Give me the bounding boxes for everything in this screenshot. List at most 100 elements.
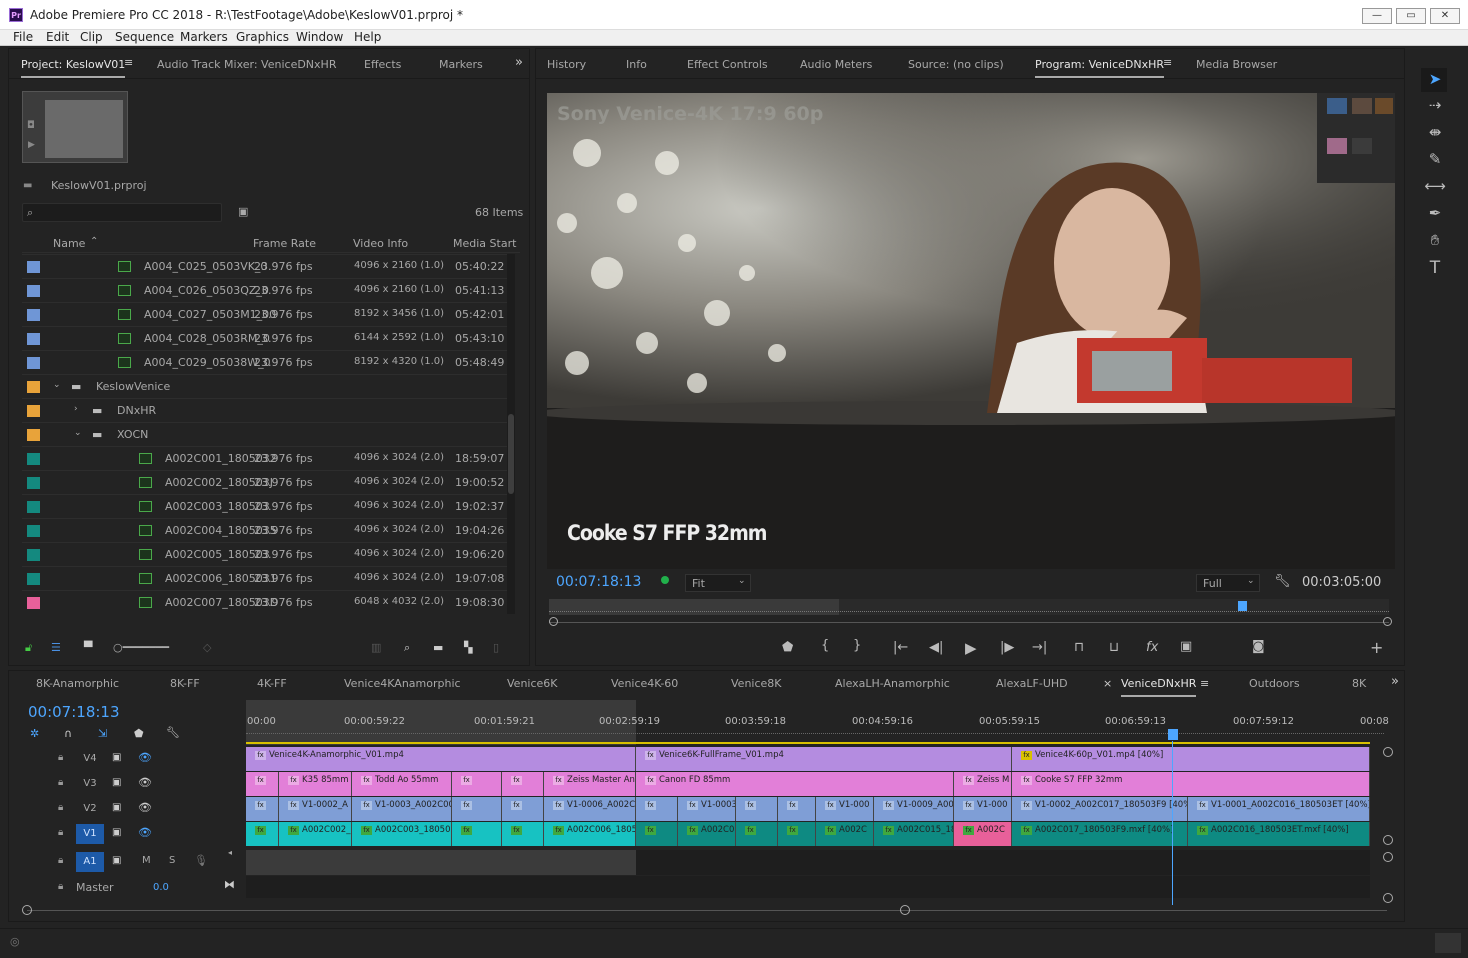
tab-source[interactable]: Source: (no clips) [908,58,1004,71]
disclosure-expanded-icon[interactable]: ⌄ [74,428,82,438]
tab-markers[interactable]: Markers [439,58,483,71]
menu-window[interactable]: Window [296,30,343,44]
trash-icon[interactable]: ▯ [493,641,499,654]
sequence-tab-8k-anamorphic[interactable]: 8K-Anamorphic [36,677,119,690]
sequence-tab-venice4kanamorphic[interactable]: Venice4KAnamorphic [344,677,461,690]
clip-v1[interactable]: fx A002C0 [678,822,736,846]
label-color-swatch[interactable] [27,573,40,585]
col-name[interactable]: Name [53,237,85,250]
horizontal-zoom-bar[interactable] [27,910,1387,911]
list-item[interactable]: › ▬ DNxHR [22,398,514,422]
add-marker-icon[interactable]: ⬟ [134,727,144,740]
clip-v3[interactable]: fx Zeiss M [954,772,1012,796]
new-item-icon[interactable]: ▚ [464,641,472,654]
step-forward-icon[interactable]: |▶ [1000,640,1014,655]
tab-media-browser[interactable]: Media Browser [1196,58,1277,71]
sequence-tab-venice8k[interactable]: Venice8K [731,677,782,690]
lock-icon[interactable]: 🔒︎ [58,881,63,892]
close-button[interactable]: ✕ [1430,8,1460,24]
quality-dropdown[interactable]: Full ⌄ [1196,574,1260,592]
program-timecode[interactable]: 00:07:18:13 [556,574,641,590]
scrollbar[interactable] [507,254,515,614]
lift-icon[interactable]: ⊓ [1074,640,1084,655]
go-to-in-icon[interactable]: |← [893,640,908,655]
lock-icon[interactable]: 🔒︎ [58,777,63,788]
eye-icon[interactable]: 👁︎ [138,776,152,789]
list-item[interactable]: A004_C025_0503VK_0 23.976 fps 4096 x 2160 … [22,254,514,278]
nest-icon[interactable]: ✲ [30,727,39,740]
tab-history[interactable]: History [547,58,586,71]
h-zoom-handle-right[interactable] [900,905,910,915]
snap-icon[interactable]: ∩ [64,727,72,740]
tab-effect-controls[interactable]: Effect Controls [687,58,768,71]
menu-sequence[interactable]: Sequence [115,30,174,44]
go-to-out-icon[interactable]: →| [1032,640,1047,655]
scrubber-bar[interactable] [549,599,1389,615]
list-item[interactable]: A002C007_180503D 23.976 fps 6048 x 4032 (2… [22,590,514,614]
maximize-button[interactable]: ▭ [1396,8,1426,24]
menu-help[interactable]: Help [354,30,381,44]
tab-info[interactable]: Info [626,58,647,71]
clip-v2[interactable]: fx V1-0006_A002C [544,797,636,821]
step-back-icon[interactable]: ◀| [929,640,943,655]
sequence-tab-4k-ff[interactable]: 4K-FF [257,677,287,690]
clip-v2[interactable]: fx V1-0002_A [279,797,352,821]
export-frame-icon[interactable]: ◙ [1252,639,1265,654]
tab-audio-meters[interactable]: Audio Meters [800,58,872,71]
clip-v1[interactable]: fx [452,822,502,846]
clip-v2[interactable]: fx [636,797,678,821]
clip-v1[interactable]: fx A002C003_180503 [352,822,452,846]
track-select-tool-icon[interactable]: ⇢ [1424,96,1446,118]
search-field[interactable]: ⌕ [22,203,222,222]
selection-tool-icon[interactable]: ➤ [1424,70,1446,92]
clip-v2[interactable]: fx V1-0001_A002C016_180503ET [40%] [1188,797,1370,821]
clip-v1[interactable]: fx [778,822,816,846]
list-view-icon[interactable]: ☰ [51,641,61,654]
clip-v1[interactable]: fx [636,822,678,846]
wrench-icon[interactable]: 🔧︎ [1274,574,1291,589]
clip-v3[interactable]: fx [452,772,502,796]
search-input[interactable] [41,205,219,220]
lock-icon[interactable]: 🔒︎ [58,827,63,838]
sequence-tab-venice4k-60[interactable]: Venice4K-60 [611,677,678,690]
go-to-end-icon[interactable]: ⧓ [224,878,235,891]
overflow-tabs-icon[interactable]: » [515,55,523,70]
list-item[interactable]: A002C006_1805031 23.976 fps 4096 x 3024 (2… [22,566,514,590]
fit-dropdown[interactable]: Fit ⌄ [685,574,751,592]
menu-graphics[interactable]: Graphics [236,30,289,44]
panel-menu-icon[interactable]: ≡ [1163,56,1172,69]
label-color-swatch[interactable] [27,597,40,609]
label-color-swatch[interactable] [27,309,40,321]
slip-tool-icon[interactable]: ⟷ [1424,177,1446,199]
clip-v1[interactable]: fx A002C006_1805 [544,822,636,846]
creative-cloud-icon[interactable]: ◎ [10,935,20,948]
new-bin-icon[interactable]: ▬ [433,641,443,654]
ripple-edit-tool-icon[interactable]: ⇼ [1424,123,1446,145]
sequence-tab-venicednxhr[interactable]: VeniceDNxHR [1121,677,1197,697]
audio-lane-a1[interactable] [246,850,1370,875]
label-color-swatch[interactable] [27,285,40,297]
minimize-button[interactable]: — [1362,8,1392,24]
list-item[interactable]: A004_C028_0503RM_0 23.976 fps 6144 x 2592 … [22,326,514,350]
panel-menu-icon[interactable]: ≡ [1200,677,1209,690]
clip-v2[interactable]: fx [778,797,816,821]
vertical-zoom-handle-bottom[interactable] [1383,835,1393,845]
clip-v1[interactable]: fx A002C002_ [279,822,352,846]
h-zoom-handle-left[interactable] [22,905,32,915]
clip-v3[interactable]: fx Zeiss Master An [544,772,636,796]
clip-v3[interactable]: fx Cooke S7 FFP 32mm [1012,772,1370,796]
video-frame[interactable]: Sony Venice-4K 17:9 60p Cooke S7 FFP 32m… [547,93,1395,569]
clip-v1[interactable]: fx A002C015_18 [874,822,954,846]
list-item[interactable]: A002C005_180503 23.976 fps 4096 x 3024 (2.… [22,542,514,566]
menu-file[interactable]: File [13,30,33,44]
mute-button[interactable]: M [142,855,151,866]
clip-v4[interactable]: fx Venice4K-Anamorphic_V01.mp4 [246,747,636,771]
list-item[interactable]: ⌄ ▬ XOCN [22,422,514,446]
clip-v4[interactable]: fx Venice6K-FullFrame_V01.mp4 [636,747,1012,771]
sequence-tab-8k[interactable]: 8K [1352,677,1366,690]
mark-out-icon[interactable]: } [853,638,861,653]
menu-markers[interactable]: Markers [180,30,228,44]
clip-v2[interactable]: fx V1-000 [954,797,1012,821]
clip-v2[interactable]: fx [736,797,778,821]
play-icon[interactable]: ▶ [965,639,977,657]
